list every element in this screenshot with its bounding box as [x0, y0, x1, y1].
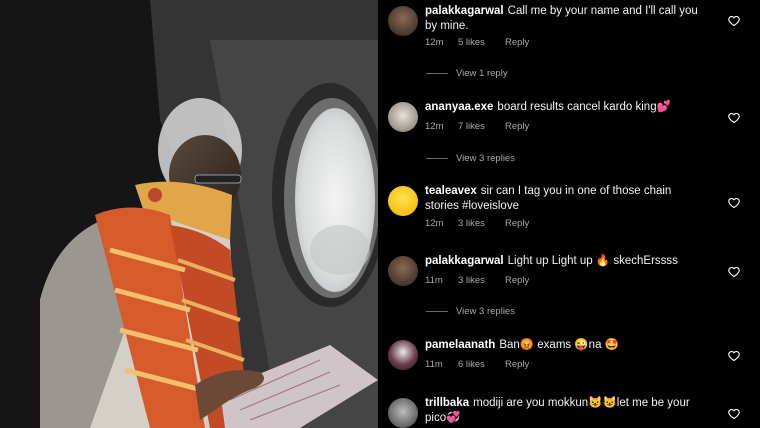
comment-time: 12m [425, 218, 444, 229]
comment-likes[interactable]: 7 likes [458, 121, 485, 132]
reply-divider [426, 72, 448, 74]
heart-icon[interactable] [728, 15, 740, 27]
comment-text: pamelaanath Ban😡 exams 😜na 🤩 [425, 338, 707, 353]
view-replies-label[interactable]: View 3 replies [456, 153, 515, 164]
comment-body: board results cancel kardo king💕 [497, 101, 671, 113]
comment-username[interactable]: ananyaa.exe [425, 101, 493, 113]
comment-username[interactable]: tealeavex [425, 185, 477, 197]
comment-time: 12m [425, 37, 444, 48]
comment-username[interactable]: palakkagarwal [425, 255, 504, 267]
avatar[interactable] [388, 6, 418, 36]
heart-icon[interactable] [728, 408, 740, 420]
heart-icon[interactable] [728, 266, 740, 278]
avatar[interactable] [388, 186, 418, 216]
comments-panel: palakkagarwal Call me by your name and I'… [378, 0, 760, 428]
comment-time: 11m [425, 275, 443, 286]
comment-text: trillbaka modiji are you mokkun😺😺let me b… [425, 396, 707, 426]
comment-text: palakkagarwal Call me by your name and I'… [425, 4, 707, 34]
avatar[interactable] [388, 340, 418, 370]
comment-likes[interactable]: 6 likes [458, 359, 485, 370]
comment-text: tealeavex sir can I tag you in one of tho… [425, 184, 707, 214]
comment-body: Ban😡 exams 😜na 🤩 [499, 339, 619, 351]
post-photo [0, 0, 378, 428]
comment-username[interactable]: palakkagarwal [425, 5, 504, 17]
comment-username[interactable]: trillbaka [425, 397, 469, 409]
reply-button[interactable]: Reply [505, 37, 529, 48]
reply-divider [426, 157, 448, 159]
avatar[interactable] [388, 256, 418, 286]
reply-button[interactable]: Reply [505, 218, 529, 229]
reply-button[interactable]: Reply [505, 275, 529, 286]
heart-icon[interactable] [728, 350, 740, 362]
comment-likes[interactable]: 3 likes [458, 275, 485, 286]
view-replies-link[interactable]: View 3 replies [426, 153, 515, 164]
comment-time: 11m [425, 359, 443, 370]
avatar[interactable] [388, 102, 418, 132]
heart-icon[interactable] [728, 112, 740, 124]
photo-illustration [0, 0, 378, 428]
view-replies-link[interactable]: View 1 reply [426, 68, 508, 79]
view-replies-link[interactable]: View 3 replies [426, 306, 515, 317]
avatar[interactable] [388, 398, 418, 428]
comment-text: palakkagarwal Light up Light up 🔥 skechEr… [425, 254, 707, 269]
comment-body: Light up Light up 🔥 skechErssss [507, 255, 678, 267]
comment-text: ananyaa.exe board results cancel kardo ki… [425, 100, 707, 115]
comment-likes[interactable]: 3 likes [458, 218, 485, 229]
reply-button[interactable]: Reply [505, 121, 529, 132]
comment-likes[interactable]: 5 likes [458, 37, 485, 48]
heart-icon[interactable] [728, 197, 740, 209]
reply-divider [426, 310, 448, 312]
comment-username[interactable]: pamelaanath [425, 339, 495, 351]
comment-time: 12m [425, 121, 444, 132]
view-replies-label[interactable]: View 3 replies [456, 306, 515, 317]
reply-button[interactable]: Reply [505, 359, 529, 370]
view-replies-label[interactable]: View 1 reply [456, 68, 508, 79]
